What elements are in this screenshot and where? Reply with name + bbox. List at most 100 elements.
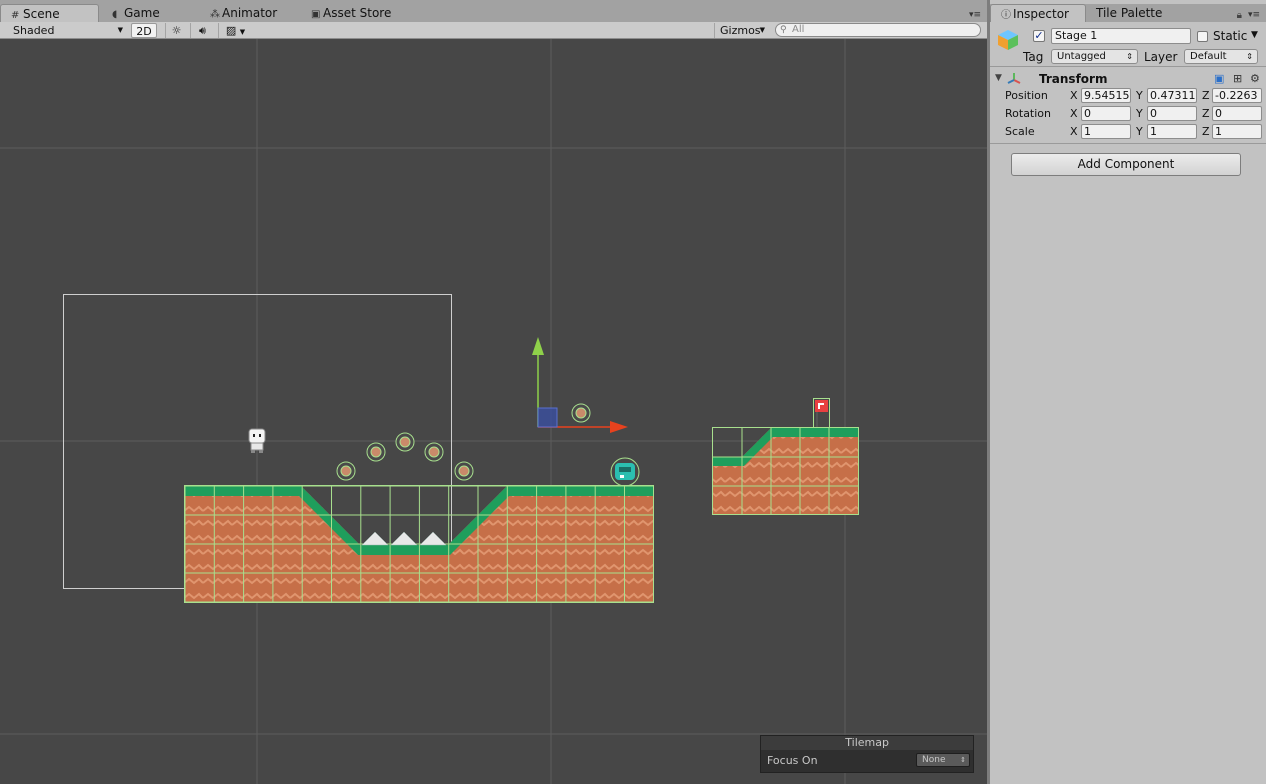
updown-arrow-icon: ⇕ xyxy=(1126,52,1133,61)
foldout-arrow-icon[interactable]: ▼ xyxy=(995,73,1002,83)
axis-z-label[interactable]: Z xyxy=(1202,125,1210,138)
effects-dropdown[interactable]: ▨ ▼ xyxy=(218,23,252,38)
focus-on-value: None xyxy=(922,755,946,765)
tag-label: Tag xyxy=(1023,50,1044,64)
gear-icon[interactable]: ⚙ xyxy=(1250,72,1260,85)
coin xyxy=(424,442,444,462)
scale-z-field[interactable]: 1 xyxy=(1212,124,1262,139)
ground-tilemap-main xyxy=(184,485,654,603)
gameobject-name-input[interactable]: Stage 1 xyxy=(1051,28,1191,44)
tab-animator[interactable]: ⁂ Animator xyxy=(200,4,300,22)
coin xyxy=(454,461,474,481)
focus-on-dropdown[interactable]: None ⇕ xyxy=(916,753,970,767)
transform-axes-icon xyxy=(1007,73,1021,84)
scene-grid xyxy=(0,39,987,784)
chevron-down-icon: ▼ xyxy=(759,26,765,34)
axis-y-label[interactable]: Y xyxy=(1136,89,1143,102)
tab-inspector-label: Inspector xyxy=(1013,7,1069,21)
search-icon: ⚲ xyxy=(780,25,787,35)
tab-asset-store[interactable]: ▣ Asset Store xyxy=(301,4,411,22)
static-checkbox[interactable] xyxy=(1197,31,1208,42)
lock-icon[interactable]: 🔒︎ xyxy=(1237,10,1242,21)
sun-icon: ☼ xyxy=(171,24,182,37)
tab-scene[interactable]: # Scene xyxy=(0,4,99,22)
gameobject-cube-icon xyxy=(998,30,1018,50)
ground-tilemap-right xyxy=(712,398,859,515)
rotation-y-field[interactable]: 0 xyxy=(1147,106,1197,121)
axis-x-label[interactable]: X xyxy=(1070,89,1078,102)
gizmos-label: Gizmos xyxy=(720,24,761,37)
axis-z-label[interactable]: Z xyxy=(1202,89,1210,102)
active-checkbox[interactable]: ✓ xyxy=(1033,30,1045,42)
tab-game-label: Game xyxy=(124,6,160,20)
tag-dropdown[interactable]: Untagged ⇕ xyxy=(1051,49,1138,64)
layer-value: Default xyxy=(1190,51,1227,62)
preset-sliders-icon[interactable]: ⊞ xyxy=(1233,72,1242,85)
transform-component-header[interactable]: ▼ Transform ▣ ⊞ ⚙ xyxy=(990,71,1266,88)
tab-animator-label: Animator xyxy=(222,6,278,20)
panel-menu-icon[interactable]: ▾≡ xyxy=(1248,10,1260,20)
scene-viewport[interactable]: Tilemap Focus On None ⇕ xyxy=(0,39,987,784)
scene-toolbar: Shaded ▼ 2D ☼ 🔊︎ ▨ ▼ Gizmos ▼ ⚲ All xyxy=(0,22,987,39)
spikes xyxy=(361,531,447,546)
transform-title: Transform xyxy=(1039,72,1108,86)
rotation-z-field[interactable]: 0 xyxy=(1212,106,1262,121)
tab-tile-palette-label: Tile Palette xyxy=(1096,6,1163,20)
axis-x-label[interactable]: X xyxy=(1070,107,1078,120)
audio-toggle[interactable]: 🔊︎ xyxy=(190,23,214,38)
component-divider xyxy=(990,143,1266,144)
scale-row: Scale X 1 Y 1 Z 1 xyxy=(990,124,1266,141)
axis-y-label[interactable]: Y xyxy=(1136,107,1143,120)
focus-on-label: Focus On xyxy=(767,754,818,767)
panel-menu-icon[interactable]: ▾≡ xyxy=(969,10,981,20)
tab-scene-label: Scene xyxy=(23,7,60,21)
toggle-2d-button[interactable]: 2D xyxy=(131,23,157,38)
axis-x-label[interactable]: X xyxy=(1070,125,1078,138)
position-x-field[interactable]: 9.54515 xyxy=(1081,88,1131,103)
scale-x-field[interactable]: 1 xyxy=(1081,124,1131,139)
scale-label: Scale xyxy=(1005,125,1035,138)
static-label: Static xyxy=(1213,29,1248,43)
enemy-sprite xyxy=(610,457,640,487)
gameobject-header: ✓ Stage 1 Static ▼ Tag Untagged ⇕ Layer D… xyxy=(990,22,1266,67)
tab-tile-palette[interactable]: Tile Palette xyxy=(1086,4,1176,22)
position-row: Position X 9.54515 Y 0.47311 Z -0.2263 xyxy=(990,88,1266,105)
coin xyxy=(571,403,591,423)
scale-y-field[interactable]: 1 xyxy=(1147,124,1197,139)
scene-canvas xyxy=(0,39,987,784)
tag-value: Untagged xyxy=(1057,51,1106,62)
updown-arrow-icon: ⇕ xyxy=(1246,52,1253,61)
scene-search-input[interactable]: ⚲ All xyxy=(775,23,981,37)
gizmos-dropdown[interactable]: Gizmos ▼ xyxy=(714,23,768,38)
tab-inspector[interactable]: ⓘ Inspector xyxy=(990,4,1086,22)
axis-y-label[interactable]: Y xyxy=(1136,125,1143,138)
speaker-icon: 🔊︎ xyxy=(199,24,206,37)
goal-flag xyxy=(813,398,830,428)
scene-tabbar: # Scene ◖ Game ⁂ Animator ▣ Asset Store ▾≡ xyxy=(0,4,987,22)
help-book-icon[interactable]: ▣ xyxy=(1214,72,1224,85)
updown-arrow-icon: ⇕ xyxy=(960,756,966,764)
position-z-field[interactable]: -0.2263 xyxy=(1212,88,1262,103)
layer-dropdown[interactable]: Default ⇕ xyxy=(1184,49,1258,64)
search-placeholder: All xyxy=(792,24,805,35)
add-component-button[interactable]: Add Component xyxy=(1011,153,1241,176)
position-label: Position xyxy=(1005,89,1048,102)
rotation-x-field[interactable]: 0 xyxy=(1081,106,1131,121)
scene-panel: # Scene ◖ Game ⁂ Animator ▣ Asset Store ▾≡ S… xyxy=(0,0,987,784)
tilemap-overlay-title: Tilemap xyxy=(761,736,973,750)
inspector-panel: ⓘ Inspector Tile Palette 🔒︎ ▾≡ ✓ Stage 1 … xyxy=(990,0,1266,784)
position-y-field[interactable]: 0.47311 xyxy=(1147,88,1197,103)
lighting-toggle[interactable]: ☼ xyxy=(165,23,187,38)
static-dropdown-arrow[interactable]: ▼ xyxy=(1251,30,1258,40)
player-sprite xyxy=(248,428,266,453)
layer-label: Layer xyxy=(1144,50,1178,64)
tab-asset-store-label: Asset Store xyxy=(323,6,392,20)
inspector-tabbar: ⓘ Inspector Tile Palette 🔒︎ ▾≡ xyxy=(990,4,1266,22)
tab-game[interactable]: ◖ Game xyxy=(102,4,192,22)
coin xyxy=(395,432,415,452)
draw-mode-dropdown[interactable]: Shaded ▼ xyxy=(8,23,126,38)
coin xyxy=(336,461,356,481)
chevron-down-icon: ▼ xyxy=(117,26,123,34)
axis-z-label[interactable]: Z xyxy=(1202,107,1210,120)
coin xyxy=(366,442,386,462)
